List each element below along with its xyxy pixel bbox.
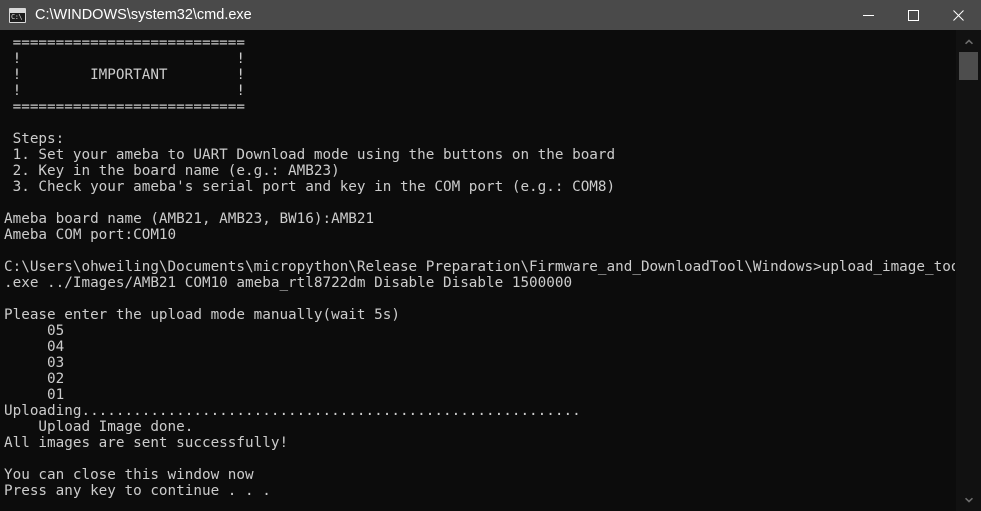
console-line: ===========================	[4, 35, 246, 51]
console-output[interactable]: =========================== ! ! ! IMPORT…	[0, 30, 955, 511]
chevron-down-icon	[964, 497, 973, 503]
console-line: Ameba board name (AMB21, AMB23, BW16):AM…	[4, 211, 375, 227]
console-area: =========================== ! ! ! IMPORT…	[0, 30, 981, 511]
console-line: Upload Image done.	[4, 419, 194, 435]
console-line: ! !	[4, 51, 246, 67]
console-icon-prompt-text: C:\	[11, 12, 23, 21]
scrollbar-thumb[interactable]	[959, 52, 978, 80]
cmd-window: C:\ C:\WINDOWS\system32\cmd.exe ========…	[0, 0, 981, 511]
close-icon	[953, 9, 964, 21]
maximize-button[interactable]	[891, 0, 936, 30]
console-line: Press any key to continue . . .	[4, 483, 271, 499]
console-line: All images are sent successfully!	[4, 435, 289, 451]
console-line: .exe ../Images/AMB21 COM10 ameba_rtl8722…	[4, 275, 573, 291]
console-line: Please enter the upload mode manually(wa…	[4, 307, 400, 323]
console-line: 04	[4, 339, 65, 355]
window-title: C:\WINDOWS\system32\cmd.exe	[35, 7, 252, 23]
console-app-icon: C:\	[9, 7, 26, 23]
console-line: ! IMPORTANT !	[4, 67, 246, 83]
console-line: Uploading...............................…	[4, 403, 581, 419]
console-line: ! !	[4, 83, 246, 99]
scrollbar-track[interactable]	[956, 52, 981, 489]
scroll-up-button[interactable]	[956, 30, 981, 52]
console-scrollbar[interactable]	[955, 30, 981, 511]
console-line: ===========================	[4, 99, 246, 115]
console-line: 1. Set your ameba to UART Download mode …	[4, 147, 616, 163]
console-line: C:\Users\ohweiling\Documents\micropython…	[4, 259, 955, 275]
window-controls	[846, 0, 981, 30]
console-line: 01	[4, 387, 65, 403]
chevron-up-icon	[964, 38, 973, 44]
title-bar[interactable]: C:\ C:\WINDOWS\system32\cmd.exe	[0, 0, 981, 30]
console-line: Ameba COM port:COM10	[4, 227, 177, 243]
console-line: 05	[4, 323, 65, 339]
console-line: Steps:	[4, 131, 65, 147]
console-line: 2. Key in the board name (e.g.: AMB23)	[4, 163, 340, 179]
console-line: 02	[4, 371, 65, 387]
maximize-icon	[908, 9, 919, 21]
console-line: 3. Check your ameba's serial port and ke…	[4, 179, 616, 195]
scroll-down-button[interactable]	[956, 489, 981, 511]
console-line: You can close this window now	[4, 467, 254, 483]
close-button[interactable]	[936, 0, 981, 30]
title-bar-left: C:\ C:\WINDOWS\system32\cmd.exe	[0, 0, 846, 30]
minimize-button[interactable]	[846, 0, 891, 30]
console-line: 03	[4, 355, 65, 371]
minimize-icon	[863, 14, 874, 16]
